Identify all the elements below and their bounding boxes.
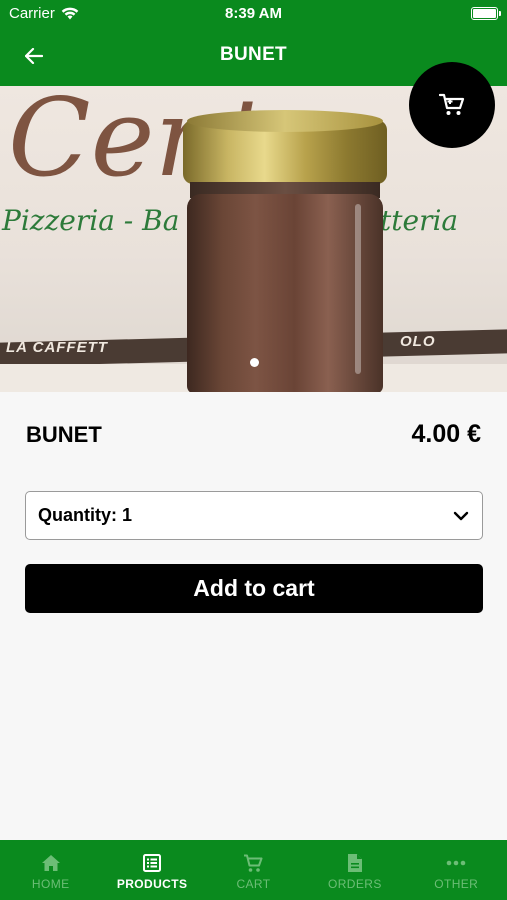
tab-orders[interactable]: ORDERS — [304, 840, 405, 900]
carousel-page-indicator[interactable] — [250, 358, 259, 367]
tab-orders-label: ORDERS — [327, 877, 382, 891]
image-text-band-left: LA CAFFETT — [6, 339, 108, 356]
cart-icon — [439, 93, 465, 115]
status-time: 8:39 AM — [225, 5, 282, 22]
more-icon — [446, 853, 466, 873]
add-to-cart-button[interactable]: Add to cart — [25, 564, 483, 613]
tab-home-label: HOME — [31, 877, 70, 891]
jar-body — [187, 194, 383, 392]
list-icon — [142, 853, 162, 873]
chevron-down-icon — [453, 511, 469, 521]
product-name: BUNET — [26, 422, 102, 447]
tab-other-label: OTHER — [434, 877, 479, 891]
page-title: BUNET — [220, 44, 287, 65]
home-icon — [41, 853, 61, 873]
product-price: 4.00 € — [411, 420, 481, 448]
document-icon — [345, 853, 365, 873]
tab-cart[interactable]: CART — [203, 840, 304, 900]
status-bar: Carrier 8:39 AM — [0, 0, 507, 28]
tab-cart-label: CART — [236, 877, 271, 891]
tab-products-label: PRODUCTS — [116, 877, 188, 891]
quantity-select[interactable]: Quantity: 1 — [25, 491, 483, 540]
bottom-tab-bar: HOME PRODUCTS CART ORDERS OTHER — [0, 840, 507, 900]
image-text-sub-left: Pizzeria - Ba — [2, 204, 180, 237]
tab-other[interactable]: OTHER — [406, 840, 507, 900]
floating-cart-button[interactable] — [409, 62, 495, 148]
quantity-label: Quantity: 1 — [38, 505, 133, 525]
jar-lid — [183, 110, 387, 184]
battery-icon — [471, 7, 501, 20]
image-text-sub-right: tteria — [380, 204, 459, 237]
image-text-band-right: OLO — [400, 333, 436, 350]
cart-icon — [243, 853, 263, 873]
tab-home[interactable]: HOME — [0, 840, 101, 900]
tab-products[interactable]: PRODUCTS — [101, 840, 202, 900]
